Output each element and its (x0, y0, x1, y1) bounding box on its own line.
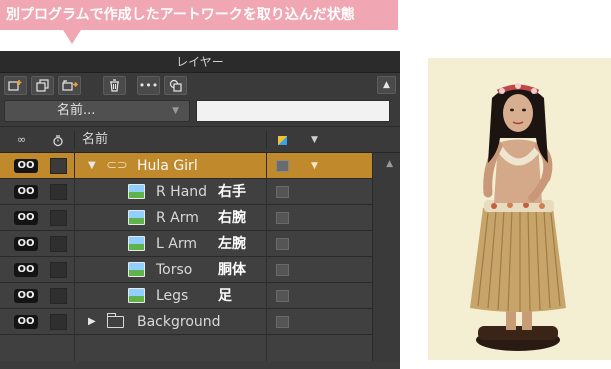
layer-row-r-arm[interactable]: OO R Arm 右腕 (0, 205, 372, 231)
lock-column-icon[interactable] (52, 127, 64, 153)
lock-toggle[interactable] (50, 236, 67, 252)
layers-panel: レイヤー ••• ▲ 名前... ▼ ∞ 名前 ▼ ▲ OO ▼ ⊂⊃ Hula… (0, 51, 400, 369)
row-divider (74, 335, 75, 361)
scroll-up-icon[interactable]: ▲ (386, 159, 393, 169)
layer-name: Legs (156, 288, 189, 304)
layer-color-box[interactable] (276, 160, 289, 172)
layer-list: ▲ OO ▼ ⊂⊃ Hula Girl ▼ OO R Hand 右手 OO R … (0, 153, 400, 361)
lock-toggle[interactable] (50, 158, 67, 174)
row-divider (266, 335, 267, 361)
image-layer-icon (128, 210, 145, 225)
layer-name: L Arm (156, 236, 197, 252)
image-layer-icon (128, 262, 145, 277)
color-column-icon[interactable] (278, 136, 287, 145)
row-divider (266, 309, 267, 335)
layer-row-r-hand[interactable]: OO R Hand 右手 (0, 179, 372, 205)
caption-banner: 別プログラムで作成したアートワークを取り込んだ状態 (0, 0, 398, 30)
row-divider (266, 231, 267, 257)
new-layer-icon[interactable] (4, 76, 27, 95)
layer-color-box[interactable] (276, 290, 289, 302)
image-layer-icon (128, 184, 145, 199)
folder-icon (107, 313, 124, 328)
visibility-eye-icon[interactable]: OO (14, 289, 38, 303)
lock-toggle[interactable] (50, 262, 67, 278)
collapse-panel-icon[interactable]: ▲ (377, 76, 396, 94)
lock-toggle[interactable] (50, 314, 67, 330)
name-filter-select[interactable]: 名前... ▼ (4, 100, 190, 122)
layer-name: Background (137, 314, 221, 330)
layer-row-l-arm[interactable]: OO L Arm 左腕 (0, 231, 372, 257)
empty-layer-row (0, 335, 372, 361)
name-column-header[interactable]: 名前 (82, 127, 108, 153)
filter-row: 名前... ▼ (0, 97, 400, 127)
panel-title: レイヤー (0, 51, 400, 73)
layer-row-torso[interactable]: OO Torso 胴体 (0, 257, 372, 283)
visibility-eye-icon[interactable]: OO (14, 185, 38, 199)
layer-row-background[interactable]: OO ▶ Background (0, 309, 372, 335)
visibility-eye-icon[interactable]: OO (14, 159, 38, 173)
expand-triangle-icon[interactable]: ▶ (88, 309, 96, 335)
image-layer-icon (128, 236, 145, 251)
column-menu-icon[interactable]: ▼ (311, 127, 318, 153)
name-filter-label: 名前... (57, 103, 96, 118)
layer-row-legs[interactable]: OO Legs 足 (0, 283, 372, 309)
layer-color-box[interactable] (276, 238, 289, 250)
row-divider (266, 153, 267, 179)
image-layer-icon (128, 288, 145, 303)
chevron-down-icon: ▼ (172, 106, 179, 116)
row-divider (266, 205, 267, 231)
row-divider (266, 257, 267, 283)
row-divider (74, 231, 75, 257)
row-menu-icon[interactable]: ▼ (311, 153, 318, 179)
lock-toggle[interactable] (50, 288, 67, 304)
layer-color-box[interactable] (276, 186, 289, 198)
row-divider (74, 205, 75, 231)
caption-pointer (63, 30, 81, 44)
visibility-eye-icon[interactable]: OO (14, 263, 38, 277)
layer-annotation: 胴体 (218, 262, 246, 278)
copy-icon[interactable] (164, 76, 187, 95)
row-divider (74, 309, 75, 335)
layer-row-hula-girl[interactable]: OO ▼ ⊂⊃ Hula Girl ▼ (0, 153, 372, 179)
layer-color-box[interactable] (276, 264, 289, 276)
row-divider (74, 153, 75, 179)
column-divider (74, 131, 75, 149)
more-options-icon[interactable]: ••• (137, 76, 160, 95)
row-divider (74, 257, 75, 283)
layer-list-scrollbar[interactable]: ▲ (372, 153, 400, 361)
new-group-icon[interactable] (58, 76, 81, 95)
layer-name: R Arm (156, 210, 199, 226)
layer-annotation: 右手 (218, 184, 246, 200)
row-divider (74, 283, 75, 309)
layer-name: Torso (156, 262, 193, 278)
column-header: ∞ 名前 ▼ (0, 127, 400, 153)
layer-name: R Hand (156, 184, 208, 200)
row-divider (74, 179, 75, 205)
layer-annotation: 足 (218, 288, 232, 304)
hula-girl-photo (428, 58, 611, 360)
row-divider (266, 283, 267, 309)
visibility-eye-icon[interactable]: OO (14, 315, 38, 329)
layer-annotation: 左腕 (218, 236, 246, 252)
visibility-eye-icon[interactable]: OO (14, 237, 38, 251)
visibility-eye-icon[interactable]: OO (14, 211, 38, 225)
lock-toggle[interactable] (50, 184, 67, 200)
lock-toggle[interactable] (50, 210, 67, 226)
layer-annotation: 右腕 (218, 210, 246, 226)
group-link-icon: ⊂⊃ (106, 158, 128, 173)
trash-icon[interactable] (103, 76, 126, 95)
layers-toolbar: ••• ▲ (0, 73, 400, 97)
layer-color-box[interactable] (276, 316, 289, 328)
layer-name: Hula Girl (137, 158, 198, 174)
hula-girl-figure-illustration (470, 83, 566, 351)
duplicate-icon[interactable] (31, 76, 54, 95)
visibility-column-icon[interactable]: ∞ (17, 127, 26, 153)
layer-color-box[interactable] (276, 212, 289, 224)
row-divider (266, 179, 267, 205)
expand-triangle-icon[interactable]: ▼ (88, 153, 96, 179)
column-divider (266, 131, 267, 149)
search-input[interactable] (196, 100, 390, 122)
